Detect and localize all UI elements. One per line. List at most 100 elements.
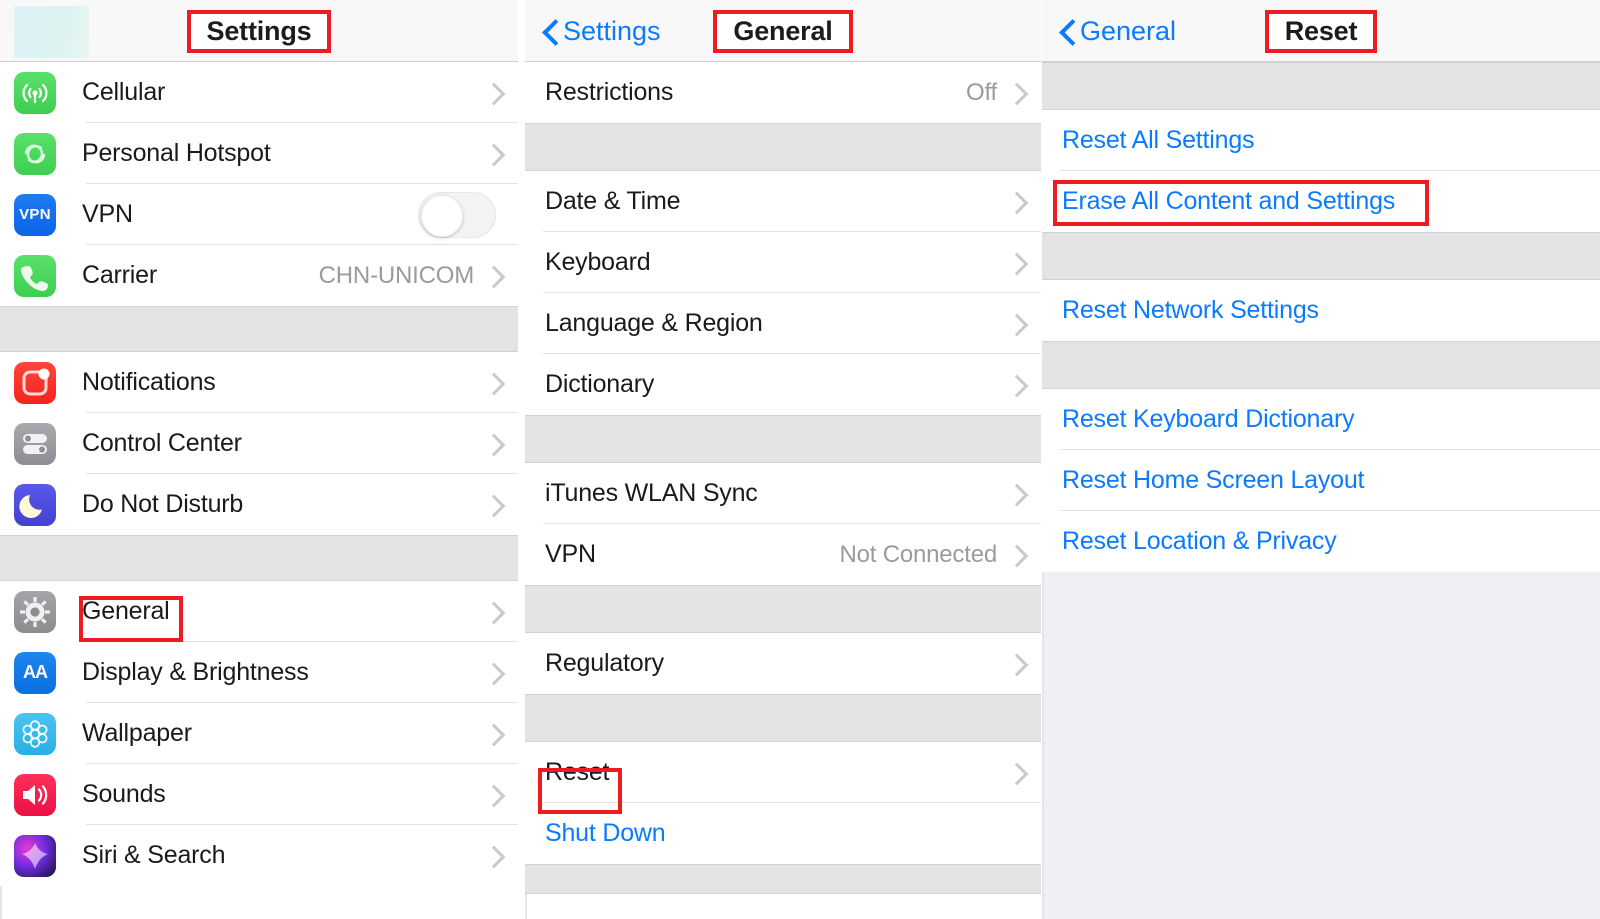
settings-label-vpn: VPN bbox=[82, 200, 133, 228]
settings-nav-title-wrap: Settings bbox=[0, 0, 518, 62]
reset-row-reset-home-screen-layout[interactable]: Reset Home Screen Layout bbox=[1042, 450, 1600, 511]
settings-row-vpn[interactable]: VPN VPN bbox=[0, 184, 518, 245]
settings-label-personal-hotspot: Personal Hotspot bbox=[82, 139, 271, 167]
general-gear-icon bbox=[14, 590, 56, 633]
reset-label-reset-keyboard-dictionary: Reset Keyboard Dictionary bbox=[1062, 405, 1355, 433]
chevron-right-icon bbox=[1009, 482, 1023, 506]
general-nav-title-wrap: General bbox=[525, 0, 1041, 62]
settings-label-general: General bbox=[82, 597, 170, 625]
sounds-icon bbox=[14, 773, 56, 816]
chevron-right-icon bbox=[486, 371, 500, 395]
panel-gap-1 bbox=[518, 0, 525, 919]
chevron-right-icon bbox=[486, 264, 500, 288]
settings-label-siri-search: Siri & Search bbox=[82, 841, 226, 869]
general-row-dictionary[interactable]: Dictionary bbox=[525, 354, 1041, 415]
settings-row-cellular[interactable]: Cellular bbox=[0, 62, 518, 123]
page-title-settings: Settings bbox=[206, 15, 312, 46]
settings-row-carrier[interactable]: Carrier CHN-UNICOM bbox=[0, 245, 518, 306]
chevron-right-icon bbox=[486, 142, 500, 166]
chevron-right-icon bbox=[1009, 312, 1023, 336]
settings-row-notifications[interactable]: Notifications bbox=[0, 352, 518, 413]
chevron-right-icon bbox=[486, 783, 500, 807]
settings-row-siri-search[interactable]: Siri & Search bbox=[0, 825, 518, 886]
page-title-reset: Reset bbox=[1284, 15, 1358, 46]
vpn-icon: VPN bbox=[14, 193, 56, 236]
notifications-icon bbox=[14, 361, 56, 404]
reset-panel: General Reset Reset All Settings Erase A… bbox=[1042, 0, 1600, 919]
reset-row-erase-all-content[interactable]: Erase All Content and Settings bbox=[1042, 171, 1600, 232]
group-separator bbox=[1042, 232, 1600, 280]
general-row-shut-down[interactable]: Shut Down bbox=[525, 803, 1041, 864]
general-label-vpn: VPN bbox=[545, 540, 596, 568]
general-navbar: Settings General bbox=[525, 0, 1041, 62]
cellular-icon bbox=[14, 71, 56, 114]
settings-label-carrier: Carrier bbox=[82, 261, 157, 289]
settings-row-wallpaper[interactable]: Wallpaper bbox=[0, 703, 518, 764]
chevron-right-icon bbox=[1009, 81, 1023, 105]
general-label-language-region: Language & Region bbox=[545, 309, 763, 337]
chevron-right-icon bbox=[486, 600, 500, 624]
general-list: Restrictions Off Date & Time Keyboard La… bbox=[525, 62, 1041, 894]
settings-label-control-center: Control Center bbox=[82, 429, 242, 457]
settings-row-control-center[interactable]: Control Center bbox=[0, 413, 518, 474]
reset-row-reset-all-settings[interactable]: Reset All Settings bbox=[1042, 110, 1600, 171]
chevron-right-icon bbox=[486, 432, 500, 456]
settings-label-sounds: Sounds bbox=[82, 780, 166, 808]
control-center-icon bbox=[14, 422, 56, 465]
reset-nav-title-wrap: Reset bbox=[1042, 0, 1600, 62]
general-value-restrictions: Off bbox=[966, 78, 997, 106]
chevron-right-icon bbox=[1009, 251, 1023, 275]
hotspot-icon bbox=[14, 132, 56, 175]
general-label-restrictions: Restrictions bbox=[545, 78, 674, 106]
reset-row-reset-network-settings[interactable]: Reset Network Settings bbox=[1042, 280, 1600, 341]
general-label-regulatory: Regulatory bbox=[545, 649, 664, 677]
general-label-dictionary: Dictionary bbox=[545, 370, 655, 398]
group-separator bbox=[0, 306, 518, 352]
display-icon-text: AA bbox=[23, 662, 48, 682]
reset-row-reset-location-privacy[interactable]: Reset Location & Privacy bbox=[1042, 511, 1600, 572]
carrier-icon bbox=[14, 254, 56, 297]
general-title-highlight: General bbox=[713, 9, 853, 53]
general-row-reset[interactable]: Reset bbox=[525, 742, 1041, 803]
settings-value-carrier: CHN-UNICOM bbox=[318, 261, 475, 289]
general-row-itunes-wlan-sync[interactable]: iTunes WLAN Sync bbox=[525, 463, 1041, 524]
vpn-icon-text: VPN bbox=[19, 206, 51, 223]
reset-title-highlight: Reset bbox=[1264, 9, 1378, 53]
reset-label-reset-location-privacy: Reset Location & Privacy bbox=[1062, 527, 1337, 555]
group-separator bbox=[0, 535, 518, 581]
settings-label-notifications: Notifications bbox=[82, 368, 216, 396]
siri-icon bbox=[14, 834, 56, 877]
reset-list: Reset All Settings Erase All Content and… bbox=[1042, 62, 1600, 572]
group-separator bbox=[525, 864, 1041, 894]
chevron-right-icon bbox=[1009, 761, 1023, 785]
group-separator bbox=[1042, 62, 1600, 110]
general-row-language-region[interactable]: Language & Region bbox=[525, 293, 1041, 354]
reset-navbar: General Reset bbox=[1042, 0, 1600, 62]
settings-navbar: Settings bbox=[0, 0, 518, 62]
reset-row-reset-keyboard-dictionary[interactable]: Reset Keyboard Dictionary bbox=[1042, 389, 1600, 450]
general-row-restrictions[interactable]: Restrictions Off bbox=[525, 62, 1041, 123]
screenshot-root: Settings Cellular Personal Hotspot VPN V… bbox=[0, 0, 1600, 919]
panel-gap-2 bbox=[1041, 0, 1042, 919]
reset-label-reset-home-screen-layout: Reset Home Screen Layout bbox=[1062, 466, 1365, 494]
do-not-disturb-icon bbox=[14, 483, 56, 526]
settings-row-display-brightness[interactable]: AA Display & Brightness bbox=[0, 642, 518, 703]
reset-label-erase-all-content: Erase All Content and Settings bbox=[1062, 187, 1396, 215]
general-row-vpn[interactable]: VPN Not Connected bbox=[525, 524, 1041, 585]
chevron-right-icon bbox=[1009, 190, 1023, 214]
general-row-date-time[interactable]: Date & Time bbox=[525, 171, 1041, 232]
general-row-regulatory[interactable]: Regulatory bbox=[525, 633, 1041, 694]
reset-label-reset-all-settings: Reset All Settings bbox=[1062, 126, 1255, 154]
general-row-keyboard[interactable]: Keyboard bbox=[525, 232, 1041, 293]
settings-row-do-not-disturb[interactable]: Do Not Disturb bbox=[0, 474, 518, 535]
settings-row-general[interactable]: General bbox=[0, 581, 518, 642]
settings-list: Cellular Personal Hotspot VPN VPN Carrie… bbox=[0, 62, 518, 886]
chevron-right-icon bbox=[486, 844, 500, 868]
vpn-toggle[interactable] bbox=[418, 191, 496, 238]
general-label-itunes-wlan-sync: iTunes WLAN Sync bbox=[545, 479, 758, 507]
chevron-right-icon bbox=[486, 493, 500, 517]
chevron-right-icon bbox=[1009, 543, 1023, 567]
settings-row-sounds[interactable]: Sounds bbox=[0, 764, 518, 825]
settings-row-personal-hotspot[interactable]: Personal Hotspot bbox=[0, 123, 518, 184]
group-separator bbox=[525, 585, 1041, 633]
